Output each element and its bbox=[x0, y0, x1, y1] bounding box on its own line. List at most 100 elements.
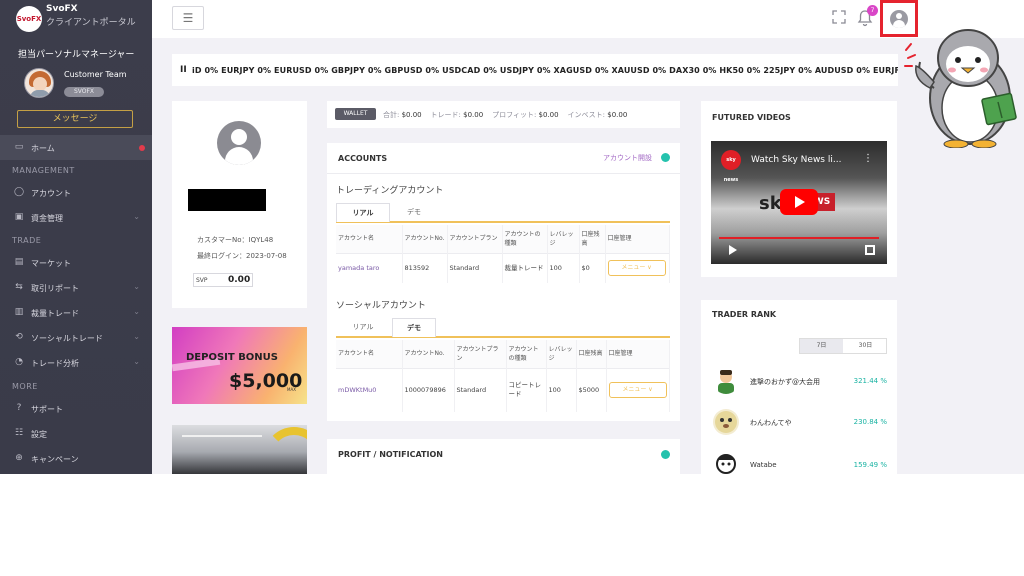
analysis-icon: ◔ bbox=[15, 357, 23, 367]
account-menu-button[interactable]: メニュー ∨ bbox=[608, 382, 667, 399]
profit-notification-card: PROFIT / NOTIFICATION bbox=[327, 439, 680, 474]
promo-banner[interactable] bbox=[172, 425, 307, 474]
penguin-mascot-illustration bbox=[904, 29, 1017, 148]
sidebar-item-label: 取引リポート bbox=[31, 284, 79, 293]
menu-toggle-button[interactable]: ☰ bbox=[172, 6, 204, 30]
more-options-icon[interactable]: ⋮ bbox=[863, 153, 873, 164]
tab-real[interactable]: リアル bbox=[336, 318, 390, 337]
tab-demo[interactable]: デモ bbox=[392, 203, 436, 222]
trader-percentage: 230.84 % bbox=[853, 418, 887, 426]
user-icon: ◯ bbox=[14, 187, 25, 197]
ticker-text: iD 0% EURJPY 0% EURUSD 0% GBPJPY 0% GBPU… bbox=[192, 66, 898, 75]
sidebar-item-reports[interactable]: ⇆ 取引リポート ⌄ bbox=[0, 275, 152, 300]
sidebar-item-label: キャンペーン bbox=[31, 455, 79, 464]
manager-name: Customer Team bbox=[64, 70, 127, 79]
account-menu-button[interactable]: メニュー ∨ bbox=[607, 260, 666, 277]
sidebar-item-settings[interactable]: ☷ 設定 bbox=[0, 421, 152, 446]
notification-dot bbox=[139, 145, 145, 151]
trader-name: わんわんてや bbox=[750, 419, 792, 427]
trader-name: 進撃のおかず@大会用 bbox=[750, 378, 820, 386]
channel-logo: sky news bbox=[721, 150, 741, 183]
message-button[interactable]: メッセージ bbox=[17, 110, 133, 128]
tab-7-days[interactable]: 7日 bbox=[800, 339, 843, 353]
chart-icon: ▤ bbox=[14, 257, 24, 267]
sidebar-item-support[interactable]: ? サポート bbox=[0, 396, 152, 421]
help-icon: ? bbox=[16, 403, 22, 413]
svp-value: 0.00 bbox=[228, 275, 251, 285]
manager-avatar bbox=[24, 68, 54, 98]
tab-30-days[interactable]: 30日 bbox=[844, 339, 887, 353]
chevron-down-icon: ⌄ bbox=[133, 307, 140, 316]
play-control-icon[interactable] bbox=[729, 245, 737, 255]
trader-percentage: 159.49 % bbox=[853, 461, 887, 469]
sidebar: SvoFX SvoFX クライアントポータル 担当パーソナルマネージャー Cus… bbox=[0, 0, 152, 474]
list-item[interactable]: Watabe 159.49 % bbox=[701, 448, 897, 474]
trader-avatar bbox=[713, 452, 739, 474]
sidebar-item-funds[interactable]: ▣ 資金管理 ⌄ bbox=[0, 205, 152, 230]
trader-avatar bbox=[713, 409, 739, 435]
profit-title: PROFIT / NOTIFICATION bbox=[338, 450, 443, 459]
fullscreen-icon[interactable] bbox=[865, 245, 875, 255]
sidebar-item-analysis[interactable]: ◔ トレード分析 ⌄ bbox=[0, 350, 152, 375]
sidebar-item-campaign[interactable]: ⊕ キャンペーン bbox=[0, 446, 152, 471]
fullscreen-icon[interactable] bbox=[832, 10, 846, 24]
sidebar-item-account[interactable]: ◯ アカウント bbox=[0, 180, 152, 205]
svp-label: SVP bbox=[196, 277, 208, 284]
divider bbox=[327, 173, 680, 174]
brand-title: SvoFX bbox=[46, 4, 78, 14]
video-brand-left: sk bbox=[759, 193, 782, 214]
trader-avatar bbox=[713, 368, 739, 394]
wallet-tag: WALLET bbox=[335, 108, 376, 120]
chevron-down-icon: ⌄ bbox=[133, 357, 140, 366]
social-accounts-title: ソーシャルアカウント bbox=[336, 301, 426, 311]
profile-avatar-icon bbox=[217, 121, 261, 165]
wallet-invest: $0.00 bbox=[607, 111, 628, 119]
sidebar-item-home[interactable]: ▭ ホーム bbox=[0, 135, 152, 160]
ticker-lead: II bbox=[180, 65, 187, 75]
social-tabs: リアル デモ bbox=[336, 318, 670, 338]
campaign-icon: ⊕ bbox=[15, 453, 23, 463]
trade-icon: ▥ bbox=[14, 307, 24, 317]
brand[interactable]: SvoFX SvoFX クライアントポータル bbox=[16, 4, 146, 38]
table-header-row: アカウント名 アカウントNo. アカウントプラン アカウントの種類 レバレッジ … bbox=[336, 340, 670, 368]
sidebar-item-discretionary[interactable]: ▥ 裁量トレード ⌄ bbox=[0, 300, 152, 325]
section-trade: TRADE bbox=[12, 236, 42, 245]
video-progress-bar[interactable] bbox=[719, 237, 879, 239]
list-item[interactable]: 進撃のおかず@大会用 321.44 % bbox=[701, 364, 897, 398]
social-accounts-table: アカウント名 アカウントNo. アカウントプラン アカウントの種類 レバレッジ … bbox=[336, 340, 670, 412]
open-account-link[interactable]: アカウント開設 bbox=[603, 153, 652, 163]
deposit-bonus-banner[interactable]: DEPOSIT BONUS $5,000 MAX bbox=[172, 327, 307, 404]
wallet-summary: WALLET 合計: $0.00 トレード: $0.00 プロフィット: $0.… bbox=[327, 101, 680, 128]
section-management: MANAGEMENT bbox=[12, 166, 75, 175]
social-icon: ⟲ bbox=[15, 332, 23, 342]
profile-card: カスタマーNo：IQYL48 最終ログイン：2023-07-08 SVP 0.0… bbox=[172, 101, 307, 308]
account-name-link[interactable]: mDWKtMu0 bbox=[336, 367, 403, 412]
top-bar: ☰ 7 bbox=[152, 0, 1024, 38]
account-name-link[interactable]: yamada taro bbox=[336, 252, 403, 283]
banner-max: MAX bbox=[287, 387, 296, 392]
wallet-values: 合計: $0.00 トレード: $0.00 プロフィット: $0.00 インベス… bbox=[383, 111, 628, 119]
settings-icon: ☷ bbox=[14, 428, 24, 438]
play-button-icon[interactable] bbox=[780, 189, 818, 215]
sidebar-item-social[interactable]: ⟲ ソーシャルトレード ⌄ bbox=[0, 325, 152, 350]
sidebar-item-label: 資金管理 bbox=[31, 214, 63, 223]
price-ticker: II iD 0% EURJPY 0% EURUSD 0% GBPJPY 0% G… bbox=[172, 54, 898, 86]
table-row: mDWKtMu0 1000079896 Standard コピートレード 100… bbox=[336, 367, 670, 412]
status-dot bbox=[661, 450, 670, 459]
svp-points: SVP 0.00 bbox=[193, 273, 253, 287]
videos-title: FUTURED VIDEOS bbox=[712, 113, 791, 122]
wallet-total: $0.00 bbox=[401, 111, 422, 119]
tab-demo[interactable]: デモ bbox=[392, 318, 436, 337]
brand-logo: SvoFX bbox=[16, 6, 42, 32]
sidebar-item-market[interactable]: ▤ マーケット bbox=[0, 250, 152, 275]
rank-range-tabs: 7日 30日 bbox=[799, 338, 887, 354]
sidebar-item-label: 裁量トレード bbox=[31, 309, 79, 318]
banner-decoration bbox=[264, 427, 307, 474]
video-title: Watch Sky News li... bbox=[751, 155, 842, 165]
list-item[interactable]: わんわんてや 230.84 % bbox=[701, 405, 897, 439]
video-player[interactable]: sky news Watch Sky News li... ⋮ sk WS bbox=[711, 141, 887, 264]
notification-count-badge: 7 bbox=[867, 5, 878, 16]
tab-real[interactable]: リアル bbox=[336, 203, 390, 222]
brand-subtitle: クライアントポータル bbox=[46, 18, 136, 28]
section-more: MORE bbox=[12, 382, 38, 391]
